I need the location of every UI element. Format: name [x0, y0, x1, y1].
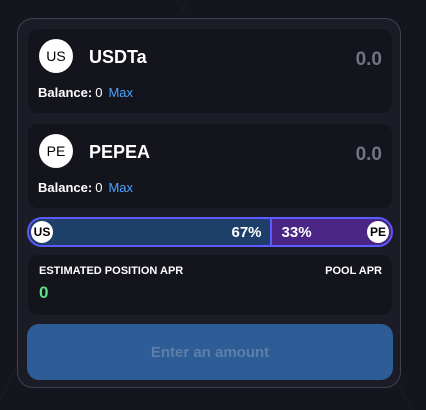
ratio-right-segment: 33% PE	[271, 219, 391, 245]
deposit-ratio-bar: US 67% 33% PE	[27, 217, 393, 247]
token-a-card: US USDTa Balance:0 Max	[28, 29, 392, 113]
token-b-balance-label: Balance:	[38, 180, 93, 195]
token-a-balance-label: Balance:	[38, 85, 93, 100]
apr-card: ESTIMATED POSITION APR POOL APR 0	[28, 255, 392, 315]
estimated-apr-value: 0	[39, 283, 49, 302]
enter-amount-button[interactable]: Enter an amount	[27, 324, 393, 380]
ratio-right-avatar: PE	[367, 221, 389, 243]
token-a-amount-input[interactable]	[262, 49, 382, 71]
liquidity-panel: US USDTa Balance:0Max PE PEPEA Balance:0…	[17, 18, 401, 388]
token-b-amount-input[interactable]	[262, 144, 382, 166]
token-b-name[interactable]: PEPEA	[89, 142, 150, 163]
token-a-avatar: US	[39, 39, 73, 73]
estimated-apr-label: ESTIMATED POSITION APR	[39, 265, 184, 277]
pool-apr-label: POOL APR	[325, 265, 382, 277]
token-b-balance-value: 0	[95, 180, 103, 195]
ratio-left-avatar: US	[31, 221, 53, 243]
ratio-right-percent: 33%	[281, 224, 312, 241]
token-a-balance-value: 0	[95, 85, 103, 100]
token-b-max-button[interactable]: Max	[108, 180, 133, 195]
ratio-left-percent: 67%	[231, 224, 262, 241]
ratio-left-segment: US 67%	[29, 219, 272, 245]
token-a-balance: Balance: 0 Max	[38, 85, 133, 100]
token-b-balance: Balance: 0 Max	[38, 180, 133, 195]
token-b-card: PE PEPEA Balance:0 Max	[28, 124, 392, 208]
token-b-avatar: PE	[39, 134, 73, 168]
token-a-max-button[interactable]: Max	[108, 85, 133, 100]
token-a-name[interactable]: USDTa	[89, 47, 147, 68]
